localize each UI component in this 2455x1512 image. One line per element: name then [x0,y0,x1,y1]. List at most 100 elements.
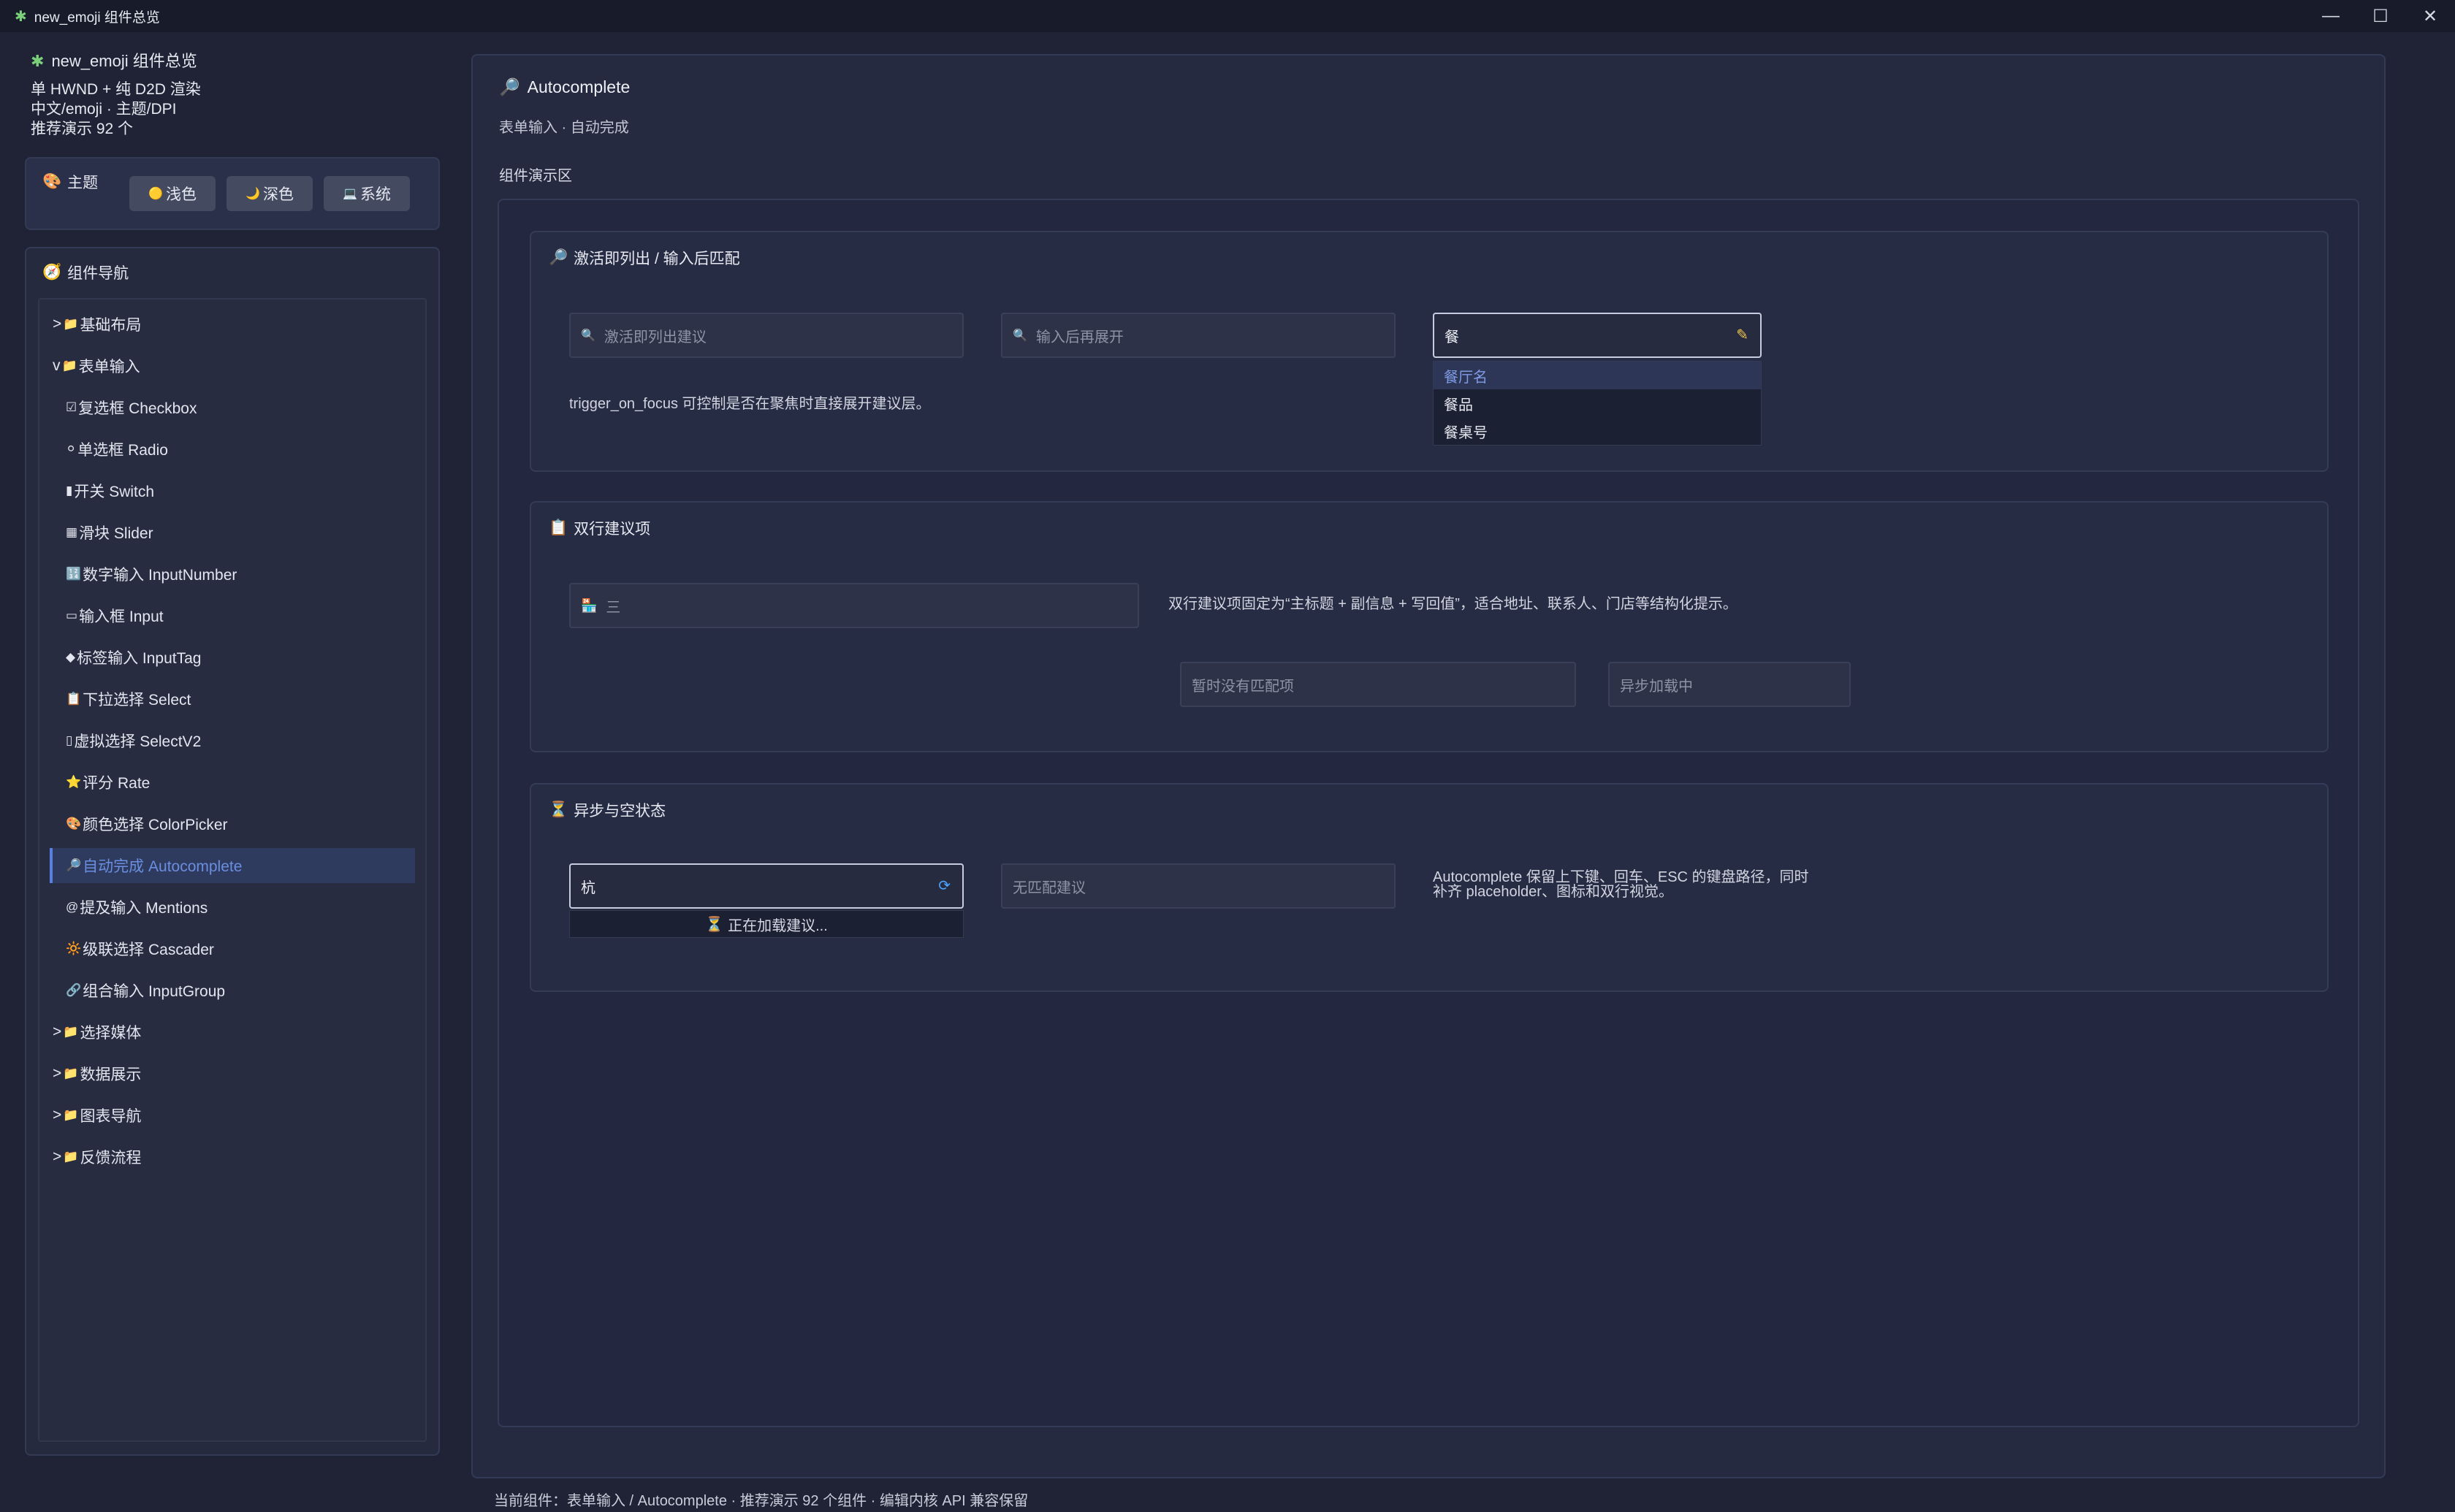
nav-item[interactable]: ⚪ 单选框 Radio [50,432,415,467]
chevron-down-icon: v [53,357,61,374]
nav-item[interactable]: ⭐ 评分 Rate [50,765,415,800]
folder-icon: 📁 [63,1150,79,1164]
suggestion-dropdown: 餐厅名 餐品 餐桌号 [1433,361,1762,446]
chevron-right-icon: > [53,1148,62,1165]
async-autocomplete-input[interactable]: 杭 ⟳ [569,863,964,909]
theme-system-button[interactable]: 💻 系统 [324,176,410,211]
close-button[interactable]: ✕ [2405,0,2455,32]
nav-item-label: 单选框 Radio [77,442,168,459]
component-icon: ▭ [66,608,78,622]
suggestion-option[interactable]: 餐品 [1434,389,1761,417]
sidebar-header: ✱ new_emoji 组件总览 单 HWND + 纯 D2D 渲染 中文/em… [31,51,440,139]
component-icon: ▮ [66,484,73,497]
nav-item[interactable]: 🎨 颜色选择 ColorPicker [50,806,415,841]
theme-panel: 🎨 主题 🟡 浅色 🌙 深色 💻 系统 [25,157,440,230]
folder-icon: 📁 [63,317,79,331]
nav-item[interactable]: > 📁 数据展示 [53,1056,418,1091]
main-panel: 🔎 Autocomplete 表单输入 · 自动完成 组件演示区 🔎 激活即列出… [471,54,2386,1478]
refresh-icon[interactable]: ⟳ [938,877,951,895]
component-nav-panel: 🧭 组件导航 > 📁 基础布局 v 📁 表单输入 ☑ 复选框 Checkbox ⚪ 单选框 Rad… [25,247,440,1456]
component-icon: 🔗 [66,983,82,997]
nav-item[interactable]: 📋 下拉选择 Select [50,681,415,717]
nav-item-label: 数字输入 InputNumber [83,567,237,584]
section-description: Autocomplete 保留上下键、回车、ESC 的键盘路径，同时 补齐 pl… [1433,869,1809,900]
nav-item[interactable]: 🔗 组合输入 InputGroup [50,973,415,1008]
nav-item[interactable]: > 📁 选择媒体 [53,1015,418,1050]
nav-item[interactable]: ▮ 开关 Switch [50,473,415,508]
nav-item-label: 数据展示 [80,1066,142,1083]
nav-item-label: 评分 Rate [83,775,151,792]
puzzle-icon: ✱ [31,52,45,70]
nav-item[interactable]: ◆ 标签输入 InputTag [50,640,415,675]
maximize-button[interactable]: ☐ [2356,0,2405,32]
nav-item-label: 自动完成 Autocomplete [83,858,243,875]
laptop-icon: 💻 [343,188,357,200]
autocomplete-active-input[interactable]: 餐 ✎ [1433,313,1762,358]
nav-item[interactable]: v 📁 表单输入 [53,348,418,383]
suggestion-option[interactable]: 餐桌号 [1434,417,1761,445]
window-titlebar: ✱ new_emoji 组件总览 — ☐ ✕ [0,0,2455,32]
autocomplete-focus-input[interactable]: 🔍 激活即列出建议 [569,313,964,358]
section-trigger-match: 🔎 激活即列出 / 输入后匹配 🔍 激活即列出建议 🔍 输入后再展开 餐 ✎ 餐… [530,231,2329,472]
nav-item-label: 下拉选择 Select [83,692,191,709]
no-match-autocomplete-input[interactable]: 无匹配建议 [1001,863,1396,909]
loading-suggestions: ⏳ 正在加载建议... [569,910,964,938]
folder-icon: 📁 [63,1066,79,1080]
nav-item[interactable]: ▯ 虚拟选择 SelectV2 [50,723,415,758]
two-line-autocomplete-input[interactable]: 🏪 三 [569,583,1139,628]
magnifier-icon: 🔎 [499,77,520,96]
nav-item-label: 组合输入 InputGroup [83,983,226,1000]
component-icon: ⭐ [66,775,82,789]
section-description: 双行建议项固定为“主标题 + 副信息 + 写回值”，适合地址、联系人、门店等结构… [1168,596,1737,612]
info-line: 推荐演示 92 个 [31,121,134,137]
demo-area-label: 组件演示区 [499,168,572,184]
palette-icon: 🎨 [42,173,62,190]
nav-item-label: 表单输入 [78,359,140,375]
nav-item-label: 开关 Switch [74,484,155,500]
no-match-input[interactable]: 暂时没有匹配项 [1180,662,1576,707]
suggestion-option[interactable]: 餐厅名 [1434,362,1761,389]
nav-item[interactable]: > 📁 反馈流程 [53,1139,418,1175]
autocomplete-typed-input[interactable]: 🔍 输入后再展开 [1001,313,1396,358]
info-line: 单 HWND + 纯 D2D 渲染 [31,81,201,98]
component-icon: 📋 [66,692,82,706]
nav-item[interactable]: 🔆 级联选择 Cascader [50,931,415,966]
chevron-right-icon: > [53,1023,62,1040]
section-title: ⏳ 异步与空状态 [549,801,666,820]
nav-item[interactable]: ▦ 滑块 Slider [50,515,415,550]
minimize-button[interactable]: — [2306,0,2356,32]
window-controls: — ☐ ✕ [2306,0,2455,32]
search-icon: 🔍 [1013,329,1027,342]
nav-item[interactable]: > 📁 图表导航 [53,1098,418,1133]
folder-icon: 📁 [61,359,77,373]
hourglass-icon: ⏳ [705,916,724,933]
nav-item[interactable]: > 📁 基础布局 [53,307,418,342]
nav-item[interactable]: ▭ 输入框 Input [50,598,415,633]
nav-item[interactable]: ☑ 复选框 Checkbox [50,390,415,425]
component-icon: 🎨 [66,817,82,831]
nav-item-label: 选择媒体 [80,1025,142,1042]
folder-icon: 📁 [63,1108,79,1122]
async-loading-input[interactable]: 异步加载中 [1608,662,1851,707]
nav-item[interactable]: 🔢 数字输入 InputNumber [50,557,415,592]
nav-item[interactable]: 🔎 自动完成 Autocomplete [50,848,415,883]
nav-list: > 📁 基础布局 v 📁 表单输入 ☑ 复选框 Checkbox ⚪ 单选框 Radio ▮ 开关 S… [38,298,427,1442]
store-icon: 🏪 [581,597,598,613]
component-icon: 🔎 [66,858,82,872]
nav-item[interactable]: @ 提及输入 Mentions [50,890,415,925]
compass-icon: 🧭 [42,264,62,280]
pencil-icon[interactable]: ✎ [1736,326,1748,344]
nav-item-label: 级联选择 Cascader [83,942,214,958]
chevron-right-icon: > [53,1065,62,1082]
hourglass-icon: ⏳ [549,801,568,818]
theme-light-button[interactable]: 🟡 浅色 [129,176,216,211]
demo-area: 🔎 激活即列出 / 输入后匹配 🔍 激活即列出建议 🔍 输入后再展开 餐 ✎ 餐… [498,199,2359,1427]
nav-item-label: 滑块 Slider [79,525,153,542]
nav-item-label: 反馈流程 [80,1150,142,1167]
status-bar: 当前组件：表单输入 / Autocomplete · 推荐演示 92 个组件 ·… [494,1493,1029,1509]
section-async-empty: ⏳ 异步与空状态 杭 ⟳ ⏳ 正在加载建议... 无匹配建议 Autocompl… [530,783,2329,992]
theme-dark-button[interactable]: 🌙 深色 [227,176,313,211]
page-subtitle: 表单输入 · 自动完成 [499,120,629,136]
magnifier-icon: 🔎 [549,249,568,266]
nav-item-label: 基础布局 [80,317,142,334]
